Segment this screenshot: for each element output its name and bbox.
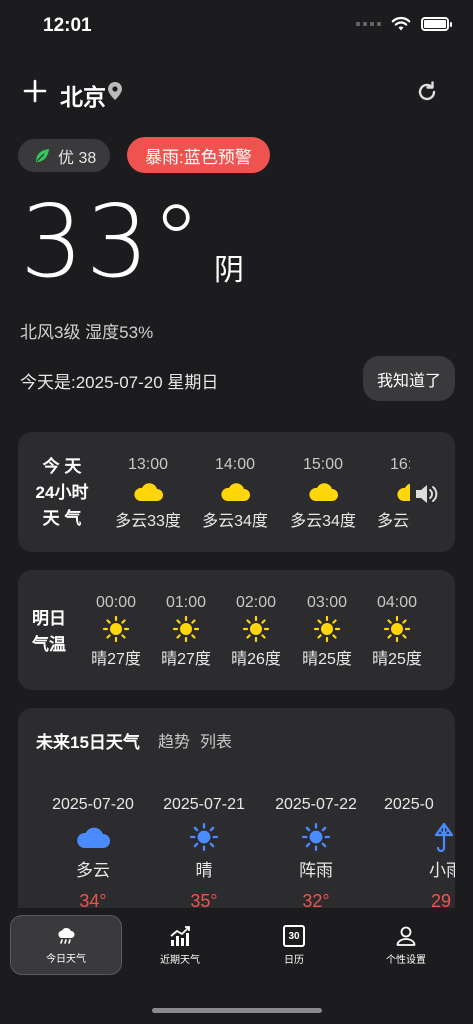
tomorrow-hour-item: 04:00 晴25度	[352, 594, 442, 669]
hour-item: 13:00 多云33度	[103, 456, 193, 531]
partly-cloudy-icon	[190, 476, 280, 506]
umbrella-icon	[378, 820, 455, 854]
hourly-forecast-card: 今 天 24小时 天 气 13:00 多云33度 14:00 多云34度 15:…	[18, 432, 455, 552]
add-city-button[interactable]	[22, 78, 48, 104]
tomorrow-card-title: 明日 气温	[32, 609, 66, 654]
tomorrow-temp-card: 明日 气温 00:00 晴27度 01:00 晴27度 02:00 晴26度 0…	[18, 570, 455, 690]
header: 北京	[0, 74, 473, 114]
tab-trend[interactable]: 趋势	[158, 728, 190, 752]
forecast-day-clipped[interactable]: 2025-0 小雨 29	[378, 796, 455, 908]
status-bar: 12:01	[0, 0, 473, 52]
speaker-icon[interactable]	[413, 480, 441, 508]
city-name[interactable]: 北京	[60, 78, 106, 112]
hour-item: 14:00 多云34度	[190, 456, 280, 531]
status-time: 12:01	[43, 15, 92, 36]
hour-item: 15:00 多云34度	[278, 456, 368, 531]
current-condition: 阴	[214, 254, 244, 287]
wifi-icon	[391, 16, 411, 31]
refresh-button[interactable]	[415, 80, 439, 104]
status-icons	[356, 16, 452, 31]
leaf-icon	[36, 148, 49, 162]
hour-item-clipped: 16: 多云3	[368, 456, 410, 531]
home-indicator	[152, 1008, 322, 1013]
cloud-rain-icon	[58, 927, 75, 944]
forecast-15day-card: 未来15日天气 趋势 列表 2025-07-20 多云 34° 2025-07-…	[18, 708, 455, 908]
tab-list[interactable]: 列表	[200, 728, 232, 752]
profile-icon	[396, 926, 416, 946]
sun-icon	[352, 614, 442, 644]
forecast-title: 未来15日天气	[36, 733, 140, 752]
partly-cloudy-icon	[103, 476, 193, 506]
tab-label: 个性设置	[386, 954, 426, 966]
signal-icon	[356, 21, 381, 26]
today-date: 今天是:2025-07-20 星期日	[20, 373, 219, 392]
sun-icon	[261, 820, 371, 854]
sun-icon	[149, 820, 259, 854]
tab-calendar[interactable]: 30 日历	[238, 915, 350, 975]
partly-cloudy-icon	[368, 476, 410, 506]
hourly-card-title: 今 天 24小时 天 气	[35, 457, 89, 528]
cloud-icon	[38, 820, 148, 854]
current-temperature: 33°	[20, 183, 204, 300]
bottom-tab-bar: 今日天气 近期天气 30 日历 个性设置	[0, 908, 473, 1024]
partly-cloudy-icon	[278, 476, 368, 506]
tab-today-weather[interactable]: 今日天气	[10, 915, 122, 975]
chart-icon	[170, 925, 190, 946]
aqi-label: 优 38	[58, 149, 97, 167]
acknowledge-button[interactable]: 我知道了	[363, 356, 455, 401]
location-pin-icon	[108, 82, 122, 100]
tab-label: 近期天气	[160, 954, 200, 966]
weather-alert-badge[interactable]: 暴雨:蓝色预警	[127, 137, 270, 173]
forecast-day[interactable]: 2025-07-22 阵雨 32°	[261, 796, 371, 908]
forecast-day[interactable]: 2025-07-20 多云 34°	[38, 796, 148, 908]
calendar-icon: 30	[283, 924, 305, 947]
tab-label: 今日天气	[46, 953, 86, 965]
aqi-badge[interactable]: 优 38	[18, 139, 111, 172]
tab-personal-settings[interactable]: 个性设置	[350, 915, 462, 975]
wind-humidity: 北风3级 湿度53%	[20, 323, 154, 342]
tab-label: 日历	[284, 954, 304, 966]
battery-icon	[421, 16, 452, 31]
tab-recent-weather[interactable]: 近期天气	[124, 915, 236, 975]
forecast-day[interactable]: 2025-07-21 晴 35°	[149, 796, 259, 908]
